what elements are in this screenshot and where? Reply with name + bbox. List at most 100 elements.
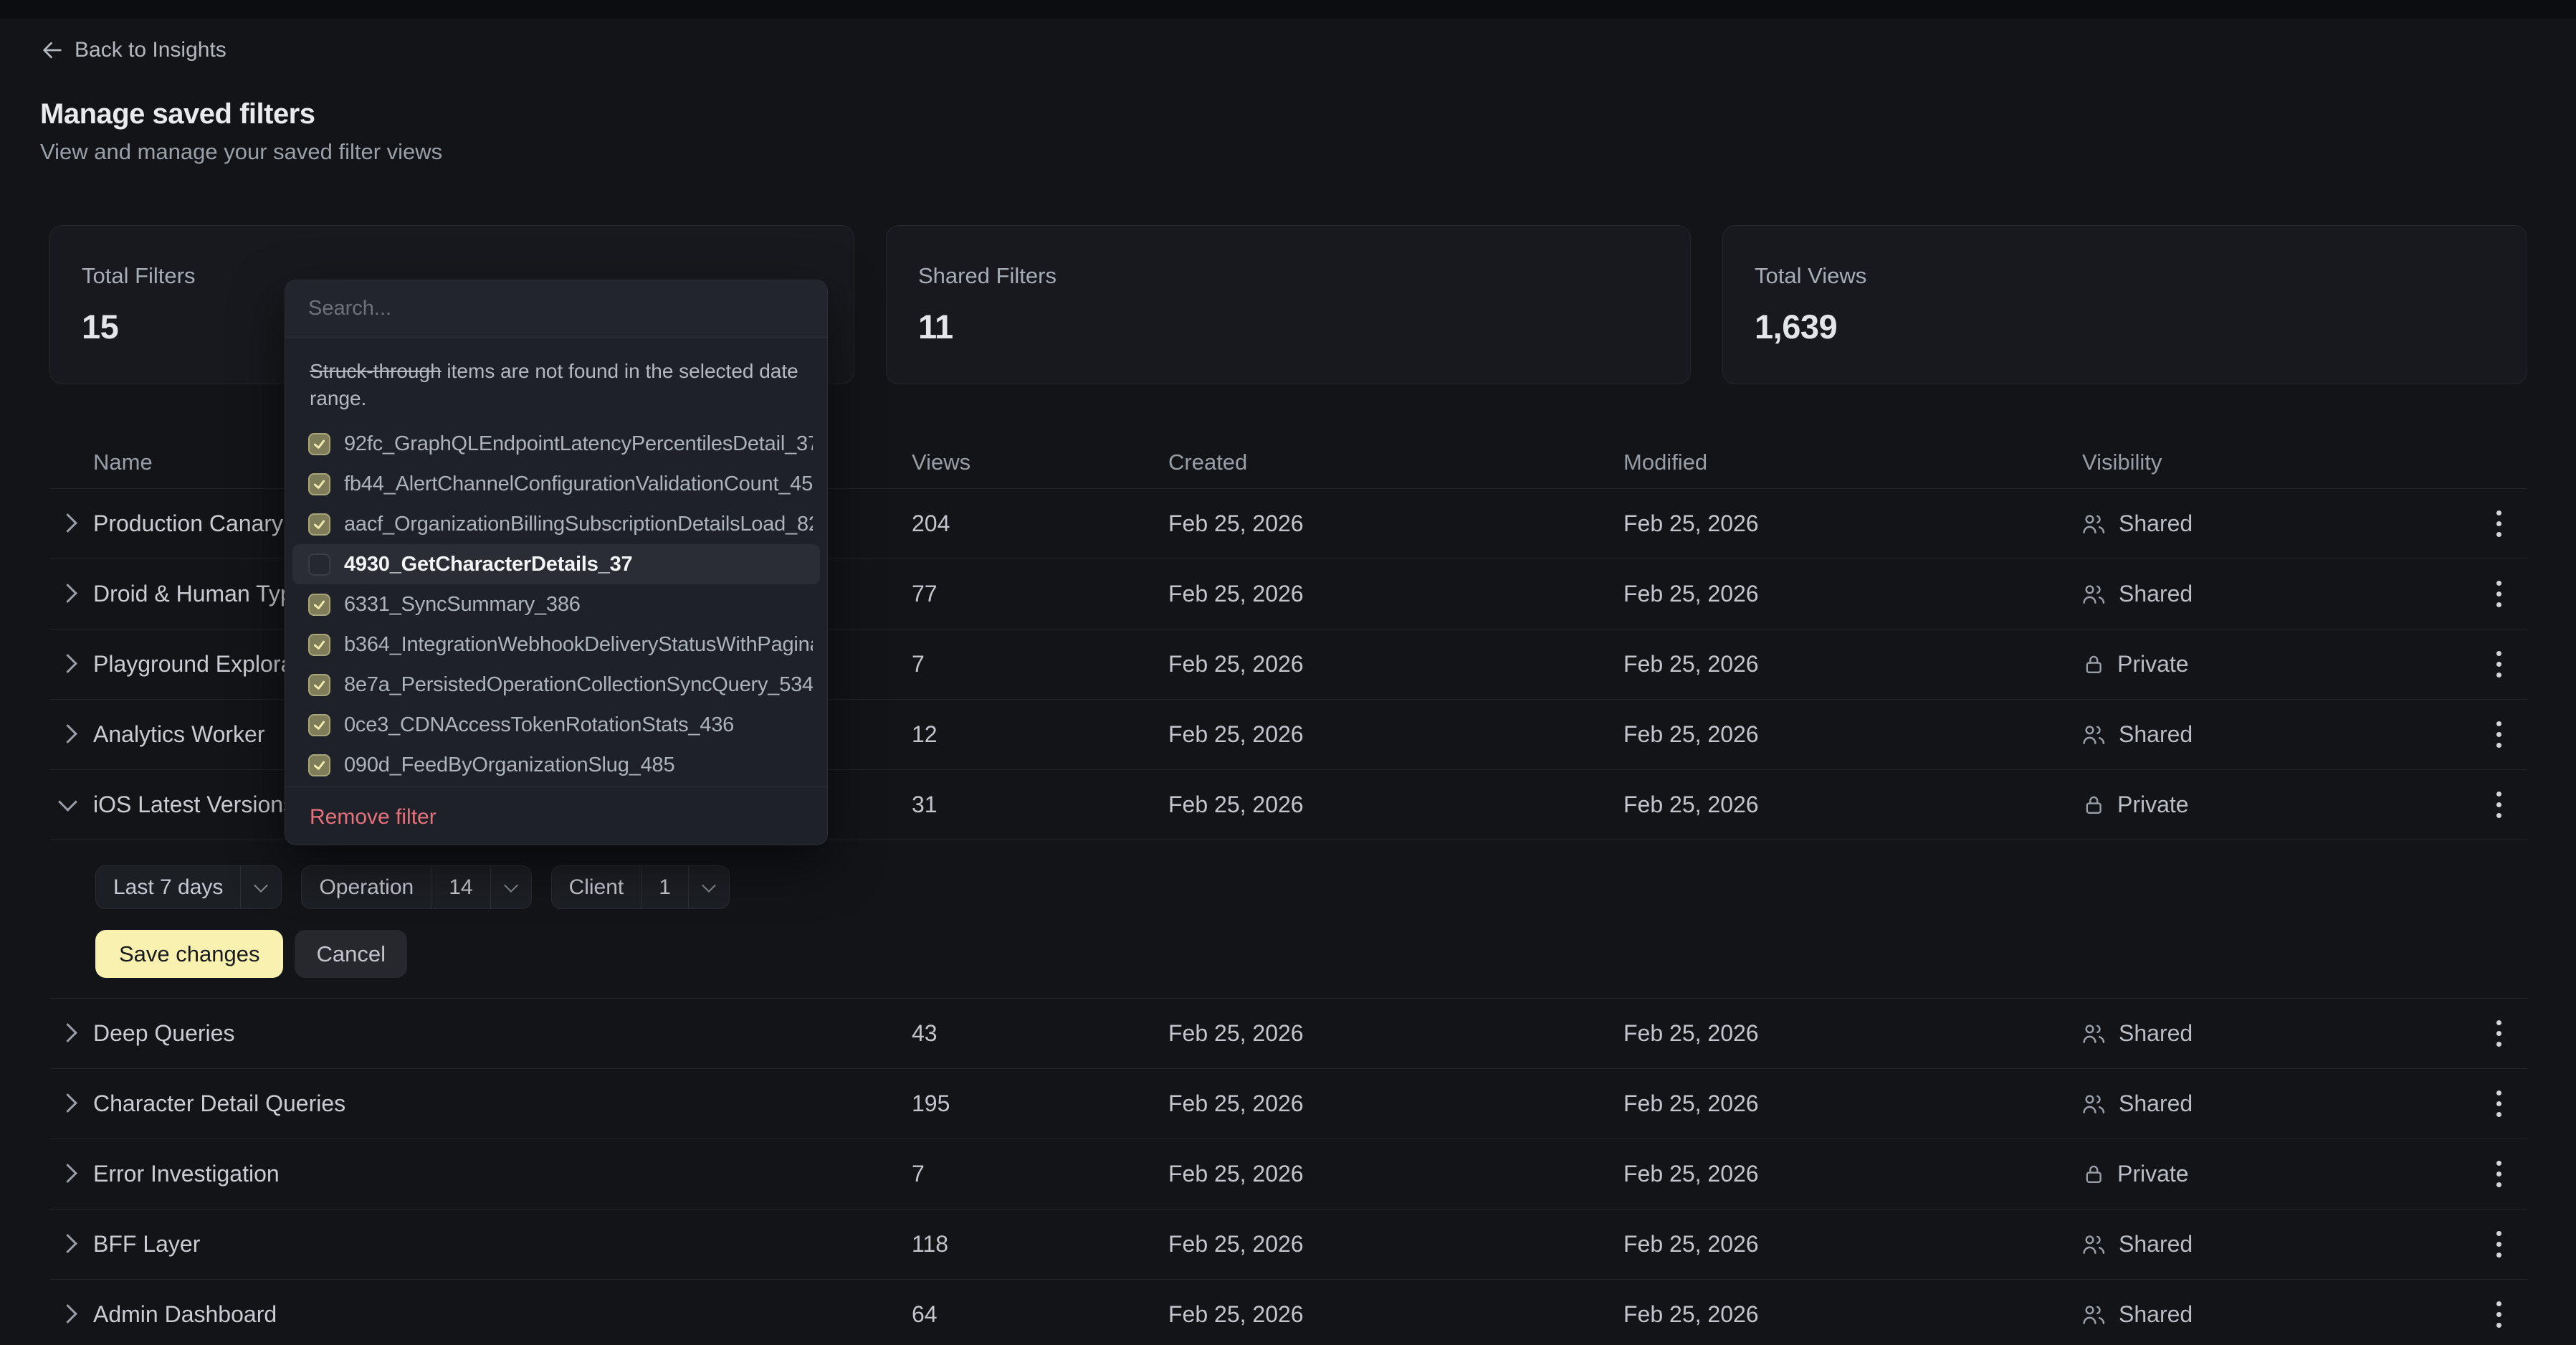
row-expander[interactable]	[49, 801, 93, 809]
filter-chip[interactable]: Last 7 days	[95, 865, 282, 909]
page-header: Back to Insights Manage saved filters Vi…	[0, 19, 2576, 165]
checkbox[interactable]	[308, 473, 330, 495]
checkbox[interactable]	[308, 594, 330, 616]
checkbox[interactable]	[308, 634, 330, 656]
back-arrow-icon	[40, 38, 65, 62]
table-row[interactable]: Character Detail Queries 195 Feb 25, 202…	[49, 1068, 2527, 1139]
chip-chevron-button[interactable]	[491, 866, 531, 908]
users-icon	[2082, 1021, 2107, 1046]
table-row[interactable]: Error Investigation 7 Feb 25, 2026 Feb 2…	[49, 1139, 2527, 1209]
dropdown-operation-item[interactable]: 8e7a_PersistedOperationCollectionSyncQue…	[285, 665, 827, 705]
row-views: 204	[912, 510, 1168, 537]
back-to-insights-link[interactable]: Back to Insights	[40, 37, 226, 63]
operation-label: 8e7a_PersistedOperationCollectionSyncQue…	[344, 673, 813, 697]
dropdown-operation-item[interactable]: b364_IntegrationWebhookDeliveryStatusWit…	[285, 624, 827, 665]
row-created: Feb 25, 2026	[1168, 1161, 1623, 1187]
operations-filter-dropdown: Struck-through items are not found in th…	[285, 280, 828, 845]
checkbox[interactable]	[308, 754, 330, 776]
table-row[interactable]: BFF Layer 118 Feb 25, 2026 Feb 25, 2026 …	[49, 1209, 2527, 1279]
visibility-label: Shared	[2119, 1301, 2193, 1328]
checkmark-icon	[312, 517, 327, 532]
chip-segment: Client	[552, 866, 641, 908]
operation-label: 0ce3_CDNAccessTokenRotationStats_436	[344, 713, 734, 737]
row-menu-button[interactable]	[2484, 784, 2513, 825]
row-expander[interactable]	[49, 1168, 93, 1180]
checkmark-icon	[312, 437, 327, 452]
row-expander[interactable]	[49, 1098, 93, 1110]
back-link-label: Back to Insights	[75, 37, 226, 63]
row-visibility: Shared	[2082, 1090, 2484, 1117]
filter-chip[interactable]: Client1	[551, 865, 730, 909]
row-menu-button[interactable]	[2484, 714, 2513, 755]
row-menu-button[interactable]	[2484, 1294, 2513, 1335]
dropdown-operation-item[interactable]: 090d_FeedByOrganizationSlug_485	[285, 745, 827, 785]
table-row[interactable]: Deep Queries 43 Feb 25, 2026 Feb 25, 202…	[49, 998, 2527, 1068]
dropdown-operation-item[interactable]: aacf_OrganizationBillingSubscriptionDeta…	[285, 504, 827, 544]
dropdown-operation-item[interactable]: 92fc_GraphQLEndpointLatencyPercentilesDe…	[285, 424, 827, 464]
row-visibility: Shared	[2082, 721, 2484, 748]
row-expander[interactable]	[49, 1238, 93, 1250]
row-expander[interactable]	[49, 1027, 93, 1040]
chevron-down-icon	[504, 878, 518, 893]
dropdown-search	[285, 280, 827, 338]
row-modified: Feb 25, 2026	[1623, 581, 2082, 607]
checkmark-icon	[312, 718, 327, 733]
dropdown-operation-item[interactable]: 6331_SyncSummary_386	[285, 584, 827, 624]
row-expander[interactable]	[49, 658, 93, 670]
dropdown-operation-item[interactable]: 0ce3_CDNAccessTokenRotationStats_436	[285, 705, 827, 745]
checkbox[interactable]	[308, 513, 330, 536]
row-views: 64	[912, 1301, 1168, 1328]
chevron-icon	[58, 792, 77, 812]
row-modified: Feb 25, 2026	[1623, 1090, 2082, 1117]
search-input[interactable]	[285, 280, 827, 337]
dropdown-operation-item[interactable]: fb44_AlertChannelConfigurationValidation…	[285, 464, 827, 504]
row-name: BFF Layer	[93, 1231, 912, 1258]
cancel-button[interactable]: Cancel	[295, 930, 407, 978]
row-expander[interactable]	[49, 728, 93, 741]
column-header-modified: Modified	[1623, 450, 2082, 475]
row-name: Character Detail Queries	[93, 1090, 912, 1117]
save-changes-button[interactable]: Save changes	[95, 930, 283, 978]
stat-label: Total Views	[1755, 263, 2495, 289]
chevron-icon	[58, 654, 77, 673]
row-menu-button[interactable]	[2484, 644, 2513, 685]
row-name: Deep Queries	[93, 1020, 912, 1047]
row-visibility: Private	[2082, 1161, 2484, 1187]
stat-label: Shared Filters	[918, 263, 1659, 289]
row-expander[interactable]	[49, 588, 93, 600]
chip-chevron-button[interactable]	[689, 866, 729, 908]
row-views: 195	[912, 1090, 1168, 1117]
checkbox[interactable]	[308, 433, 330, 455]
row-expander[interactable]	[49, 1308, 93, 1321]
checkbox[interactable]	[308, 714, 330, 736]
remove-filter-button[interactable]: Remove filter	[285, 787, 461, 845]
row-visibility: Shared	[2082, 1020, 2484, 1047]
visibility-label: Shared	[2119, 510, 2193, 537]
row-menu-button[interactable]	[2484, 574, 2513, 614]
checkmark-icon	[312, 477, 327, 492]
dropdown-operation-item[interactable]: 4930_GetCharacterDetails_37	[292, 544, 820, 584]
row-modified: Feb 25, 2026	[1623, 721, 2082, 748]
users-icon	[2082, 1302, 2107, 1327]
column-header-visibility: Visibility	[2082, 450, 2484, 475]
filter-chip[interactable]: Operation14	[301, 865, 531, 909]
lock-icon	[2082, 793, 2106, 817]
editor-buttons: Save changes Cancel	[95, 930, 2527, 978]
row-visibility: Shared	[2082, 581, 2484, 607]
row-menu-button[interactable]	[2484, 1013, 2513, 1054]
row-menu-button[interactable]	[2484, 1154, 2513, 1194]
checkbox[interactable]	[308, 553, 330, 576]
chip-chevron-button[interactable]	[241, 866, 281, 908]
row-expander[interactable]	[49, 518, 93, 530]
row-menu-button[interactable]	[2484, 1083, 2513, 1124]
row-menu-button[interactable]	[2484, 1224, 2513, 1265]
chevron-icon	[58, 724, 77, 743]
table-row[interactable]: Admin Dashboard 64 Feb 25, 2026 Feb 25, …	[49, 1279, 2527, 1345]
row-views: 77	[912, 581, 1168, 607]
checkbox[interactable]	[308, 674, 330, 696]
row-modified: Feb 25, 2026	[1623, 1020, 2082, 1047]
visibility-label: Private	[2117, 651, 2189, 678]
dropdown-note: Struck-through items are not found in th…	[285, 338, 827, 424]
users-icon	[2082, 1232, 2107, 1257]
row-menu-button[interactable]	[2484, 503, 2513, 544]
